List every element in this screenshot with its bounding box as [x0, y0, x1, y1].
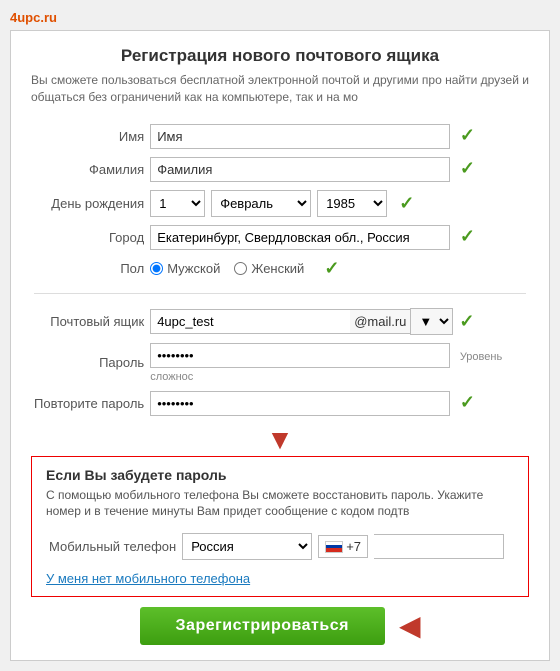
russia-flag-icon [325, 541, 343, 553]
email-check: ✓ [459, 311, 474, 332]
dob-day-select[interactable]: 1 2345 [150, 190, 205, 217]
phone-flag-box: +7 [318, 535, 368, 558]
arrow-right-icon: ◀ [399, 612, 421, 640]
city-input[interactable] [150, 225, 450, 250]
phone-code: +7 [346, 539, 361, 554]
page-description: Вы сможете пользоваться бесплатной элект… [31, 72, 529, 106]
arrow-down-icon: ▼ [266, 424, 294, 455]
surname-check: ✓ [460, 158, 475, 178]
confirm-check: ✓ [460, 392, 475, 412]
dob-label: День рождения [51, 196, 144, 211]
phone-number-input[interactable] [374, 534, 504, 559]
gender-male-label: Мужской [167, 261, 220, 276]
recovery-desc: С помощью мобильного телефона Вы сможете… [46, 487, 514, 521]
no-phone-link[interactable]: У меня нет мобильного телефона [46, 571, 514, 586]
arrow-down-container: ▼ [31, 420, 529, 456]
phone-country-select[interactable]: Россия США Германия [182, 533, 312, 560]
password-label: Пароль [99, 355, 144, 370]
name-input[interactable] [150, 124, 450, 149]
recovery-title: Если Вы забудете пароль [46, 467, 514, 483]
recovery-box: Если Вы забудете пароль С помощью мобиль… [31, 456, 529, 598]
email-input[interactable] [150, 309, 350, 334]
confirm-input[interactable] [150, 391, 450, 416]
email-at: @mail.ru [350, 309, 410, 334]
name-check: ✓ [460, 125, 475, 145]
dob-month-select[interactable]: Январь Февраль МартАпрельМай ИюньИюльАвг… [211, 190, 311, 217]
submit-button[interactable]: Зарегистрироваться [140, 607, 385, 645]
city-label: Город [109, 230, 144, 245]
dob-check: ✓ [399, 193, 414, 214]
gender-label: Пол [120, 261, 144, 276]
logo[interactable]: 4upc.ru [10, 10, 550, 25]
page-title: Регистрация нового почтового ящика [31, 46, 529, 66]
email-label: Почтовый ящик [50, 314, 144, 329]
name-label: Имя [119, 129, 144, 144]
gender-check: ✓ [324, 258, 339, 279]
surname-label: Фамилия [89, 162, 144, 177]
email-domain-select[interactable]: ▼ [410, 308, 453, 335]
submit-row: Зарегистрироваться ◀ [31, 607, 529, 645]
gender-female-option[interactable]: Женский [234, 261, 304, 276]
gender-female-radio[interactable] [234, 262, 247, 275]
password-input[interactable] [150, 343, 450, 368]
dob-year-select[interactable]: 1985 19841986 [317, 190, 387, 217]
city-check: ✓ [460, 226, 475, 246]
gender-female-label: Женский [251, 261, 304, 276]
phone-label: Мобильный телефон [49, 539, 176, 554]
gender-male-radio[interactable] [150, 262, 163, 275]
surname-input[interactable] [150, 157, 450, 182]
confirm-label: Повторите пароль [34, 396, 144, 411]
gender-male-option[interactable]: Мужской [150, 261, 220, 276]
